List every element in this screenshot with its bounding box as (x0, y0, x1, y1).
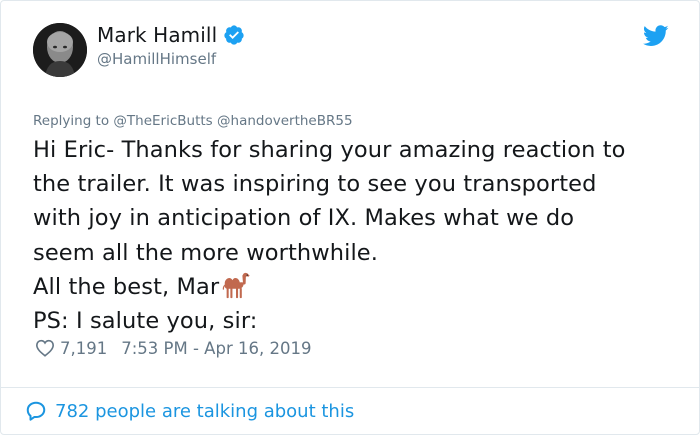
tweet-line: the trailer. It was inspiring to see you… (33, 171, 597, 198)
author-handle[interactable]: @HamillHimself (97, 50, 216, 68)
conversation-link[interactable]: 782 people are talking about this (25, 399, 354, 423)
heart-icon[interactable] (35, 339, 55, 357)
mention-link[interactable]: @TheEricButts (113, 113, 212, 129)
tweet-line-signoff: All the best, Mar (33, 270, 683, 304)
tweet-meta: 7,191 7:53 PM - Apr 16, 2019 (35, 337, 311, 359)
display-name-row[interactable]: Mark Hamill (97, 21, 245, 49)
reply-prefix: Replying to (33, 113, 110, 129)
mention-link[interactable]: @handovertheBR55 (217, 113, 353, 129)
tweet-line: PS: I salute you, sir: (33, 308, 258, 335)
verified-badge-icon (223, 24, 245, 46)
tweet-card: Mark Hamill @HamillHimself Replying to @… (0, 0, 700, 435)
tweet-line: with joy in anticipation of IX. Makes wh… (33, 205, 575, 232)
display-name[interactable]: Mark Hamill (97, 23, 217, 47)
avatar[interactable] (33, 23, 87, 77)
divider (1, 387, 699, 388)
speech-bubble-icon (26, 401, 46, 421)
reply-context: Replying to @TheEricButts @handovertheBR… (33, 113, 353, 129)
tweet-timestamp[interactable]: 7:53 PM - Apr 16, 2019 (121, 339, 311, 358)
tweet-line: Hi Eric- Thanks for sharing your amazing… (33, 137, 626, 163)
camel-emoji (223, 272, 250, 298)
tweet-line: seem all the more worthwhile. (33, 239, 378, 266)
tweet-text: Hi Eric- Thanks for sharing your amazing… (33, 133, 683, 338)
twitter-bird-icon[interactable] (643, 25, 669, 47)
tweet-line-signoff-text: All the best, Mar (33, 273, 220, 300)
like-count[interactable]: 7,191 (60, 339, 107, 358)
conversation-label[interactable]: 782 people are talking about this (55, 401, 354, 422)
